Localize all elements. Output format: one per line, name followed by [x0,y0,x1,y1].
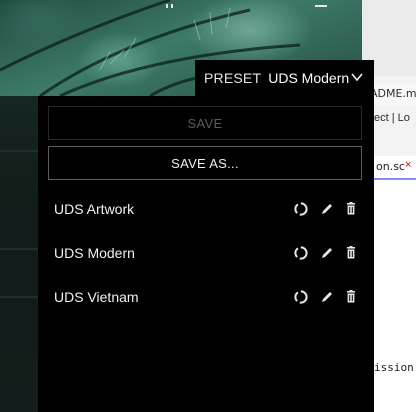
close-icon[interactable]: × [405,159,411,171]
preset-selector[interactable]: PRESET UDS Modern [195,60,374,96]
preset-current-value: UDS Modern [268,70,350,86]
background-photo-left [0,96,38,412]
pencil-icon[interactable] [318,288,336,306]
preset-item-label: UDS Artwork [54,201,135,217]
background-divider [0,296,38,298]
trash-icon[interactable] [342,200,360,218]
refresh-icon[interactable] [292,200,310,218]
preset-item-actions [292,288,362,306]
save-button[interactable]: SAVE [48,106,362,140]
preset-dropdown-panel: SAVE SAVE AS... UDS Artwork UDS Modern U… [38,96,374,412]
refresh-icon[interactable] [292,244,310,262]
editor-tab-label: ADME.m [370,87,416,100]
preset-item-actions [292,244,362,262]
editor-body-text: ission [374,361,414,374]
editor-subbar-text: ect | Lo [374,112,410,124]
chevron-down-icon[interactable] [350,70,364,89]
background-divider [0,150,38,152]
pencil-icon[interactable] [318,244,336,262]
preset-item-label: UDS Vietnam [54,289,139,305]
preset-item-uds-artwork[interactable]: UDS Artwork [38,187,374,231]
preset-item-actions [292,200,362,218]
editor-file-tab-label: on.sc [376,160,405,173]
header-icon [166,0,176,12]
preset-label: PRESET [204,70,262,86]
background-divider [0,248,38,250]
preset-item-label: UDS Modern [54,245,135,261]
refresh-icon[interactable] [292,288,310,306]
trash-icon[interactable] [342,288,360,306]
preset-item-uds-modern[interactable]: UDS Modern [38,231,374,275]
pencil-icon[interactable] [318,200,336,218]
save-as-button[interactable]: SAVE AS... [48,146,362,180]
header-icon [315,0,329,12]
preset-item-uds-vietnam[interactable]: UDS Vietnam [38,275,374,319]
trash-icon[interactable] [342,244,360,262]
